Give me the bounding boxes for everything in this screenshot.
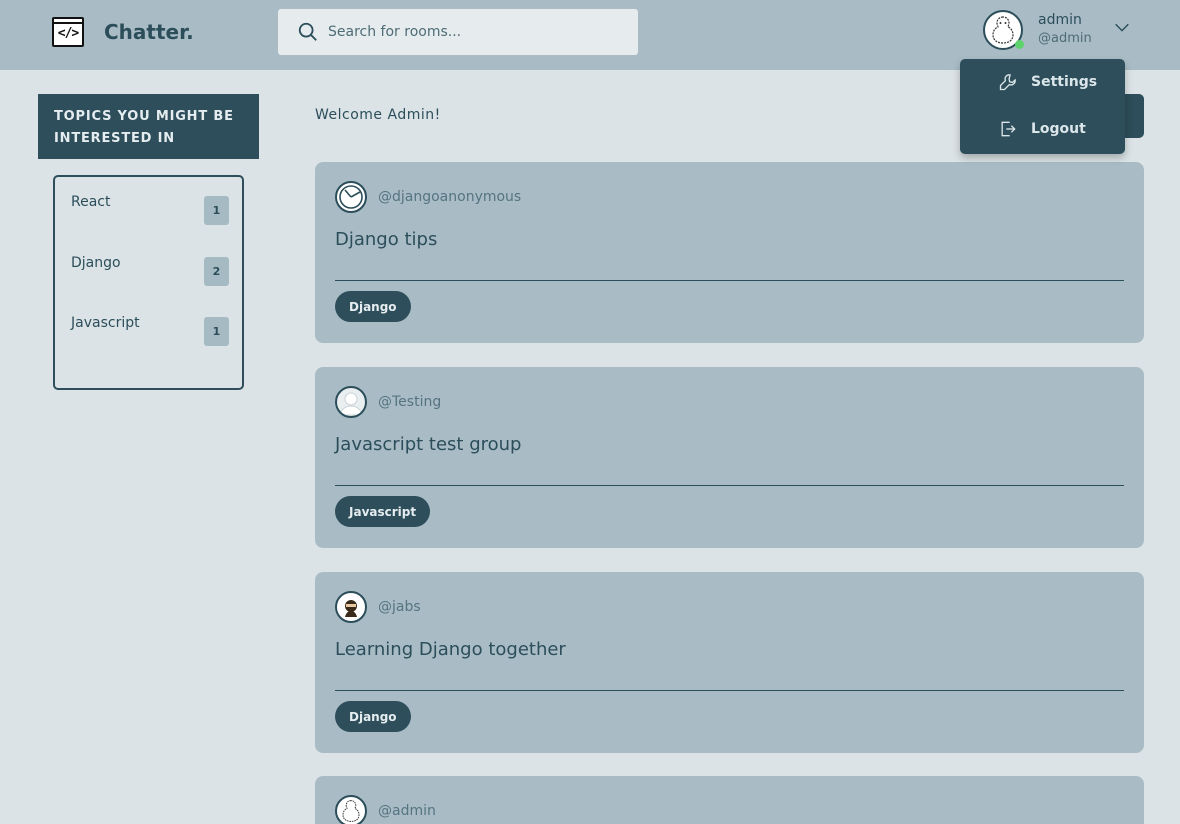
room-title[interactable]: Learning Django together xyxy=(335,639,566,660)
topic-name: Django xyxy=(71,255,121,271)
default-user-avatar-icon xyxy=(339,392,363,416)
topics-list: React 1 Django 2 Javascript 1 xyxy=(53,175,244,390)
code-window-icon[interactable]: </> xyxy=(52,17,84,47)
welcome-message: Welcome Admin! xyxy=(315,107,441,123)
menu-item-settings[interactable]: Settings xyxy=(960,62,1125,102)
host-avatar[interactable] xyxy=(335,181,367,213)
menu-item-logout[interactable]: Logout xyxy=(960,109,1125,149)
room-host[interactable]: @djangoanonymous xyxy=(378,189,521,205)
topic-count-badge: 1 xyxy=(204,196,229,225)
search-bar[interactable] xyxy=(278,9,638,55)
user-handle: @admin xyxy=(1038,31,1092,46)
room-topic-tag[interactable]: Django xyxy=(335,291,411,322)
divider xyxy=(335,690,1124,691)
host-avatar[interactable] xyxy=(335,795,367,824)
topic-item-django[interactable]: Django 2 xyxy=(71,255,229,286)
room-topic-tag[interactable]: Javascript xyxy=(335,496,431,527)
pacman-avatar-icon xyxy=(339,185,363,209)
topic-item-javascript[interactable]: Javascript 1 xyxy=(71,315,229,346)
divider xyxy=(335,485,1124,486)
settings-label: Settings xyxy=(1031,74,1098,90)
divider xyxy=(335,280,1124,281)
room-card[interactable]: @djangoanonymous Django tips Django xyxy=(315,162,1144,343)
user-dropdown-menu: Settings Logout xyxy=(960,59,1125,154)
search-input[interactable] xyxy=(328,24,618,40)
chevron-down-icon[interactable] xyxy=(1113,18,1131,36)
logout-label: Logout xyxy=(1031,121,1086,137)
room-card[interactable]: @jabs Learning Django together Django xyxy=(315,572,1144,753)
topic-count-badge: 2 xyxy=(204,257,229,286)
sketch-avatar-icon xyxy=(992,16,1014,44)
sketch-avatar-icon xyxy=(342,800,360,822)
room-topic-tag[interactable]: Django xyxy=(335,701,411,732)
user-avatar[interactable] xyxy=(983,10,1024,50)
room-host[interactable]: @admin xyxy=(378,803,436,819)
wrench-icon xyxy=(999,74,1016,91)
room-title[interactable]: Javascript test group xyxy=(335,434,521,455)
logout-icon xyxy=(1001,121,1016,137)
ninja-avatar-icon xyxy=(345,600,357,617)
room-host[interactable]: @jabs xyxy=(378,599,421,615)
room-host[interactable]: @Testing xyxy=(378,394,441,410)
topic-name: React xyxy=(71,194,111,210)
topics-heading: TOPICS YOU MIGHT BE INTERESTED IN xyxy=(38,94,259,159)
search-icon xyxy=(298,22,317,41)
brand-name[interactable]: Chatter. xyxy=(104,20,194,44)
topic-name: Javascript xyxy=(71,315,140,331)
room-card[interactable]: @admin xyxy=(315,776,1144,824)
host-avatar[interactable] xyxy=(335,386,367,418)
room-card[interactable]: @Testing Javascript test group Javascrip… xyxy=(315,367,1144,548)
room-title[interactable]: Django tips xyxy=(335,229,437,250)
topic-item-react[interactable]: React 1 xyxy=(71,194,229,225)
host-avatar[interactable] xyxy=(335,591,367,623)
online-status-dot xyxy=(1015,40,1024,49)
topic-count-badge: 1 xyxy=(204,317,229,346)
user-name[interactable]: admin xyxy=(1038,12,1082,28)
